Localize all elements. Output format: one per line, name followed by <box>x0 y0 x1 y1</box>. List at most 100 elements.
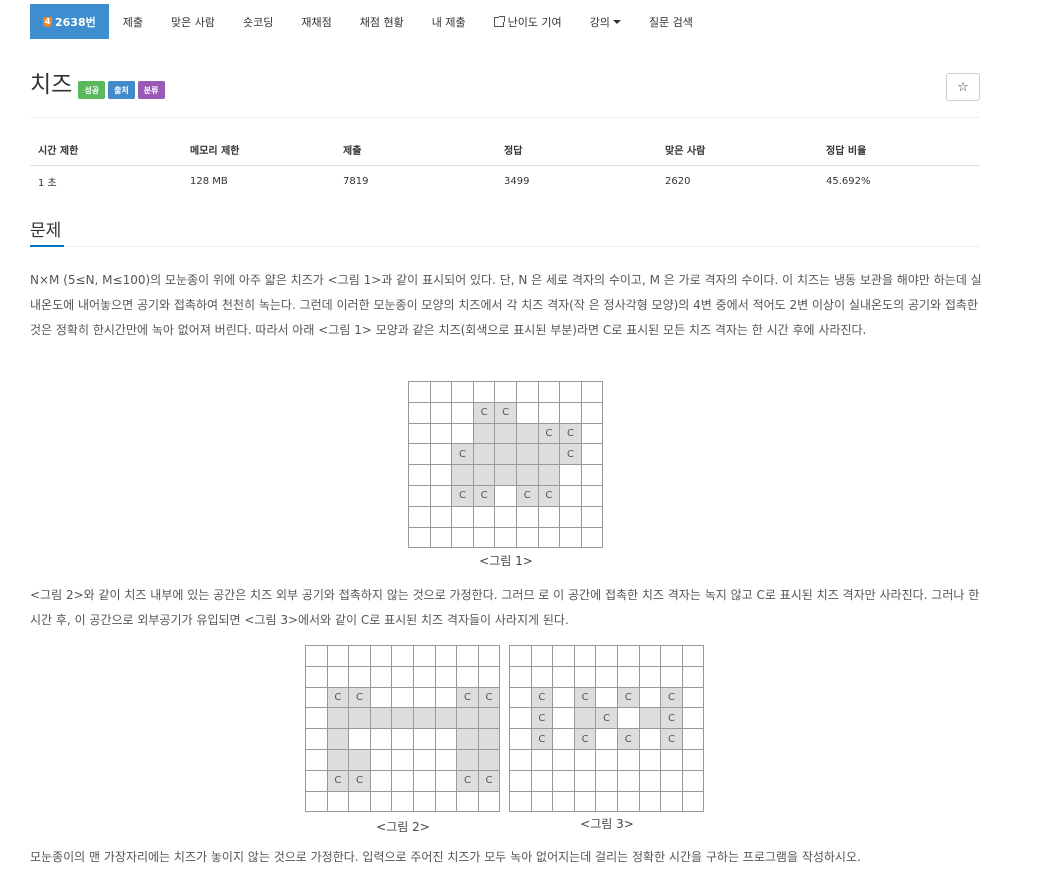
grid-cell <box>306 749 328 771</box>
grid-cell <box>538 402 561 424</box>
grid-cell <box>413 729 436 750</box>
grid-cell <box>430 527 453 549</box>
grid-cell <box>409 382 431 403</box>
label-success[interactable]: 성공 <box>78 81 106 99</box>
grid-cell <box>409 402 431 424</box>
grid-cell <box>409 423 431 445</box>
melting-cheese-cell: C <box>457 687 479 709</box>
tab-my-submissions[interactable]: 내 제출 <box>418 4 480 39</box>
grid-cell <box>457 791 479 813</box>
tab-status[interactable]: 채점 현황 <box>346 4 418 39</box>
grid-cell <box>370 770 393 792</box>
grid-cell <box>574 666 597 688</box>
grid-cell <box>531 646 554 667</box>
problem-paragraph-3: 모눈종이의 맨 가장자리에는 치즈가 놓이지 않는 것으로 가정한다. 입력으로… <box>30 850 861 864</box>
grid-cell <box>682 770 705 792</box>
grid-cell <box>560 485 582 507</box>
grid-cell <box>682 729 705 750</box>
grid-cell <box>639 749 662 771</box>
grid-cell <box>617 646 640 667</box>
grid-cell <box>516 527 539 549</box>
cheese-cell <box>457 708 479 730</box>
grid-cell <box>413 646 436 667</box>
header-accepted: 정답 <box>496 136 657 166</box>
grid-cell <box>349 729 371 750</box>
cheese-cell <box>538 465 561 486</box>
grid-cell <box>531 770 554 792</box>
grid-cell <box>596 687 618 709</box>
favorite-star-button[interactable]: ☆ <box>946 73 980 101</box>
grid-cell <box>473 382 496 403</box>
grid-cell <box>682 666 705 688</box>
figure-3-grid: CCCCCCCCCCC <box>509 645 705 813</box>
melting-cheese-cell: C <box>495 402 517 424</box>
grid-cell <box>510 687 532 709</box>
tab-short-coding[interactable]: 숏코딩 <box>229 4 287 39</box>
grid-cell <box>392 729 414 750</box>
grid-cell <box>538 382 561 403</box>
tab-problem-number[interactable]: 4 2638번 <box>30 4 109 39</box>
time-limit-value: 1 초 <box>38 178 57 189</box>
melting-cheese-cell: C <box>516 485 539 507</box>
grid-cell <box>581 423 604 445</box>
grid-cell <box>516 382 539 403</box>
tab-rejudge[interactable]: 재채점 <box>287 4 345 39</box>
grid-cell <box>617 749 640 771</box>
tab-solved-users[interactable]: 맞은 사람 <box>157 4 229 39</box>
tab-difficulty-contribution[interactable]: 난이도 기여 <box>480 4 576 39</box>
grid-cell <box>409 506 431 528</box>
grid-cell <box>639 729 662 750</box>
melting-cheese-cell: C <box>560 444 582 466</box>
problem-number-label: 2638번 <box>55 15 96 29</box>
grid-cell <box>392 666 414 688</box>
grid-cell <box>370 729 393 750</box>
melting-cheese-cell: C <box>574 687 597 709</box>
grid-cell <box>409 444 431 466</box>
grid-cell <box>553 791 575 813</box>
tab-question-search[interactable]: 질문 검색 <box>635 4 707 39</box>
grid-cell <box>553 646 575 667</box>
tab-submit[interactable]: 제출 <box>109 4 157 39</box>
cheese-cell <box>478 708 501 730</box>
figure-2-grid: CCCCCCCC <box>305 645 501 813</box>
problem-header: 치즈 성공 출처 분류 <box>30 70 165 100</box>
grid-cell <box>531 791 554 813</box>
label-category[interactable]: 분류 <box>137 81 165 99</box>
cheese-cell <box>473 465 496 486</box>
grid-cell <box>409 465 431 486</box>
problem-labels: 성공 출처 분류 <box>78 81 165 99</box>
grid-cell <box>413 687 436 709</box>
grid-cell <box>430 444 453 466</box>
grid-cell <box>560 382 582 403</box>
grid-cell <box>553 687 575 709</box>
grid-cell <box>457 646 479 667</box>
cheese-cell <box>478 729 501 750</box>
grid-cell <box>510 729 532 750</box>
cheese-cell <box>327 749 350 771</box>
melting-cheese-cell: C <box>574 729 597 750</box>
grid-cell <box>560 527 582 549</box>
grid-cell <box>560 465 582 486</box>
grid-cell <box>478 646 501 667</box>
grid-cell <box>510 791 532 813</box>
grid-cell <box>392 770 414 792</box>
grid-cell <box>452 506 474 528</box>
grid-cell <box>430 506 453 528</box>
grid-cell <box>581 527 604 549</box>
accept-ratio-value: 45.692% <box>826 176 871 187</box>
tab-lectures-dropdown[interactable]: 강의 <box>576 4 635 39</box>
melting-cheese-cell: C <box>473 485 496 507</box>
grid-cell <box>370 666 393 688</box>
grid-cell <box>452 527 474 549</box>
label-source[interactable]: 출처 <box>108 81 135 99</box>
grid-cell <box>430 485 453 507</box>
melting-cheese-cell: C <box>452 444 474 466</box>
cheese-cell <box>538 444 561 466</box>
grid-cell <box>682 708 705 730</box>
memory-limit-value: 128 MB <box>190 176 228 187</box>
cheese-cell <box>639 708 662 730</box>
melting-cheese-cell: C <box>531 708 554 730</box>
grid-cell <box>413 666 436 688</box>
cheese-cell <box>457 729 479 750</box>
grid-cell <box>661 749 683 771</box>
